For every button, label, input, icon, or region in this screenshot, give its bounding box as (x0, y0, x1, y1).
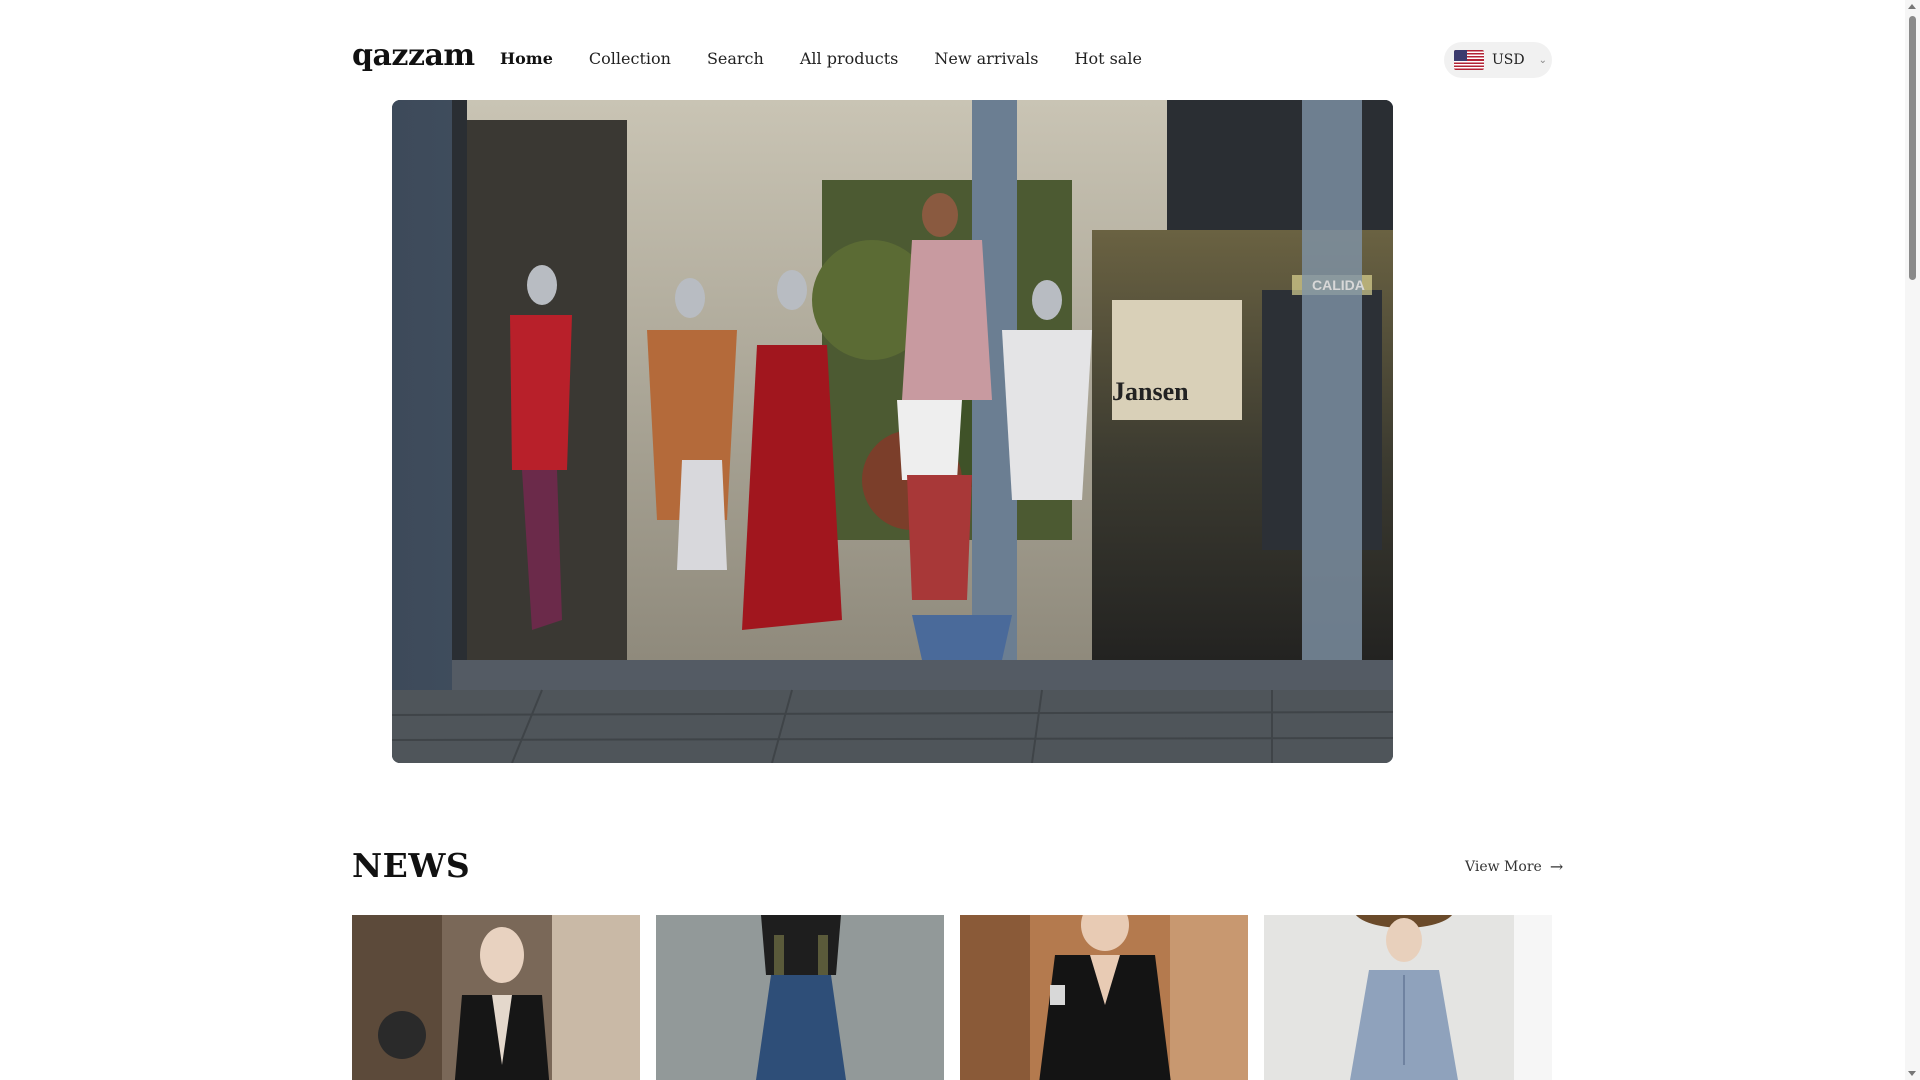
us-flag-icon (1454, 50, 1484, 70)
nav-search[interactable]: Search (707, 48, 764, 70)
scroll-up-icon[interactable] (1908, 4, 1916, 9)
view-more-link[interactable]: View More → (1465, 857, 1563, 876)
product-card[interactable] (1264, 915, 1552, 1080)
product-image-denim-overall-dress (656, 915, 944, 1080)
currency-selector[interactable]: USD ⌄ (1444, 42, 1552, 78)
page: qazzam Home Collection Search All produc… (0, 0, 1905, 1080)
product-image-black-velvet-dress (352, 915, 640, 1080)
product-card[interactable] (960, 915, 1248, 1080)
hero-banner-image[interactable]: CALIDA Jansen (392, 100, 1393, 763)
nav-collection[interactable]: Collection (589, 48, 671, 70)
page-scrollbar[interactable] (1905, 0, 1920, 1080)
nav-home[interactable]: Home (500, 48, 553, 70)
site-logo[interactable]: qazzam (352, 38, 475, 73)
nav-hot-sale[interactable]: Hot sale (1074, 48, 1141, 70)
view-more-label: View More (1465, 858, 1542, 875)
store-sign-jansen: Jansen (1112, 377, 1189, 406)
chevron-down-icon: ⌄ (1538, 54, 1548, 66)
arrow-right-icon: → (1549, 857, 1564, 876)
scrollbar-thumb[interactable] (1909, 16, 1916, 280)
product-card[interactable] (656, 915, 944, 1080)
news-product-grid (352, 915, 1552, 1080)
product-card[interactable] (352, 915, 640, 1080)
nav-all-products[interactable]: All products (800, 48, 899, 70)
currency-code: USD (1492, 52, 1525, 68)
product-image-black-lace-dress (960, 915, 1248, 1080)
nav-new-arrivals[interactable]: New arrivals (934, 48, 1038, 70)
main-nav: Home Collection Search All products New … (500, 48, 1178, 70)
store-sign-calida: CALIDA (1312, 277, 1365, 293)
scroll-down-icon[interactable] (1908, 1071, 1916, 1076)
news-section-title: NEWS (352, 846, 471, 885)
product-image-light-blue-dress (1264, 915, 1552, 1080)
